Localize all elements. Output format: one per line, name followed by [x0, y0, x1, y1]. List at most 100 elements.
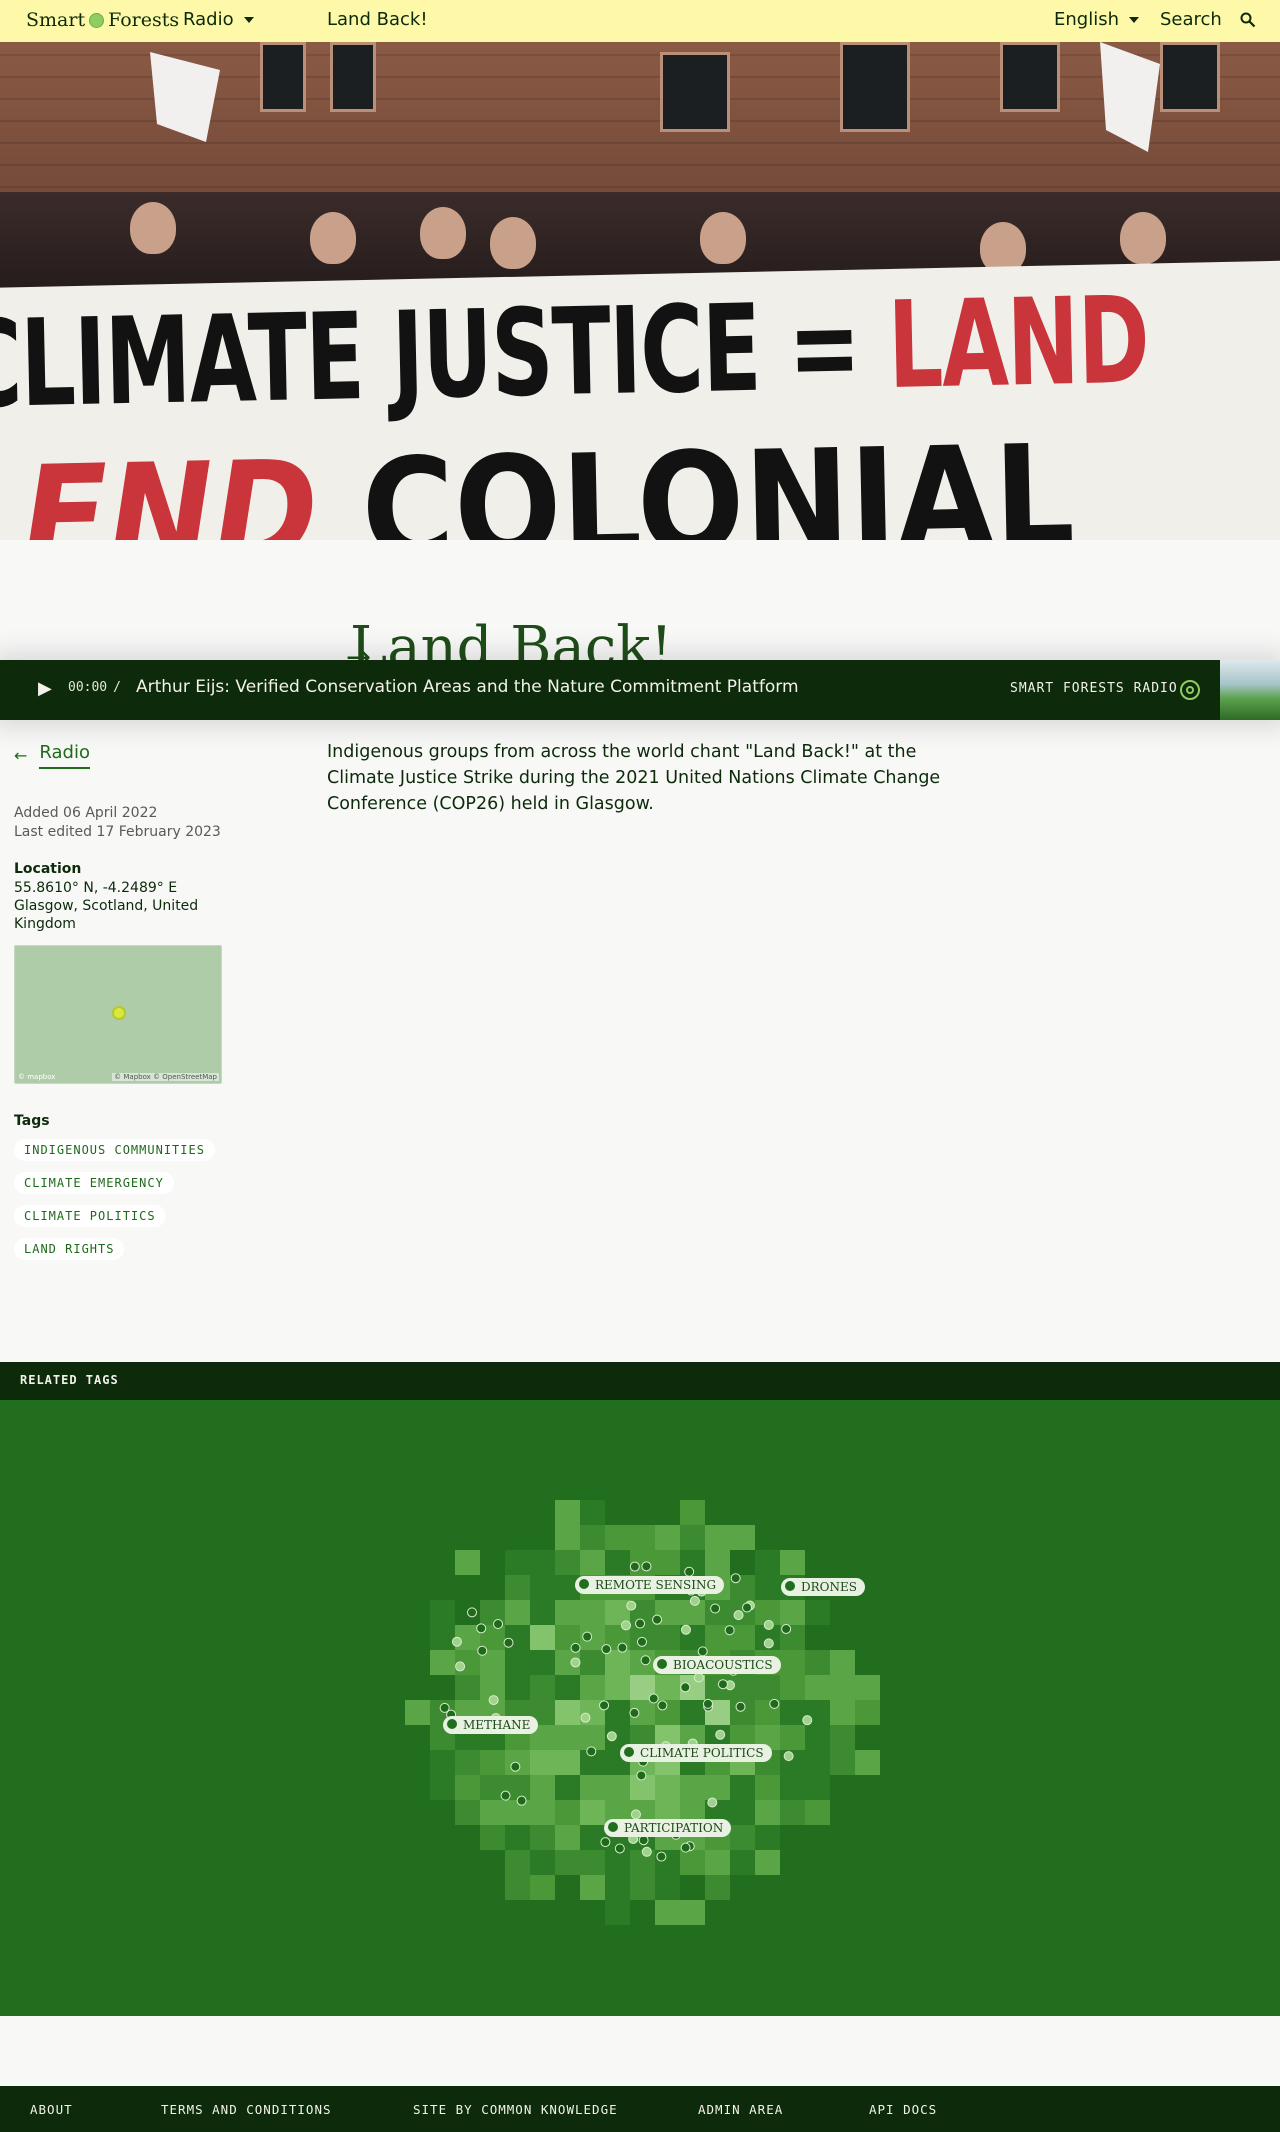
related-tags-heading: RELATED TAGS	[20, 1373, 119, 1387]
related-tag-climate-politics[interactable]: CLIMATE POLITICS	[620, 1744, 772, 1762]
hero-window	[660, 52, 730, 132]
tag-cloud-cell	[530, 1775, 555, 1800]
banner-line-2: END COLONIAL	[20, 415, 1076, 540]
footer-link-about[interactable]: ABOUT	[30, 2102, 73, 2117]
tag-cloud-cell	[655, 1675, 680, 1700]
tag-cloud-cell	[580, 1600, 605, 1625]
tag-cloud-cell	[755, 1675, 780, 1700]
track-title[interactable]: Arthur Eijs: Verified Conservation Areas…	[136, 677, 799, 697]
search-label: Search	[1160, 9, 1222, 30]
location-map[interactable]: © mapbox © Mapbox © OpenStreetMap	[14, 945, 222, 1084]
tag-cloud-cell	[530, 1800, 555, 1825]
added-date: Added 06 April 2022	[14, 805, 158, 821]
tag-cloud-cell	[705, 1550, 730, 1575]
tag-cloud-cell	[805, 1725, 830, 1750]
tag-cloud-cell	[455, 1675, 480, 1700]
tag-land-rights[interactable]: LAND RIGHTS	[14, 1238, 125, 1260]
tag-cloud-dot	[702, 1698, 713, 1709]
tag-cloud-dot	[516, 1795, 527, 1806]
tag-climate-politics[interactable]: CLIMATE POLITICS	[14, 1205, 166, 1227]
tag-cloud-cell	[680, 1775, 705, 1800]
tag-cloud-dot	[730, 1573, 741, 1584]
back-link[interactable]: ← Radio	[14, 742, 90, 769]
arrow-left-icon: ←	[14, 746, 28, 765]
tag-cloud-dot	[638, 1835, 649, 1846]
map-attribution[interactable]: © Mapbox © OpenStreetMap	[112, 1073, 219, 1081]
tag-cloud-cell	[730, 1850, 755, 1875]
tag-cloud-dot	[477, 1645, 488, 1656]
mapbox-logo[interactable]: © mapbox	[18, 1073, 55, 1081]
brand-logo[interactable]: Smart Forests	[26, 9, 179, 31]
tag-cloud-cell	[680, 1900, 705, 1925]
tag-cloud-cell	[705, 1875, 730, 1900]
tag-cloud-dot	[467, 1607, 478, 1618]
hero-window	[330, 42, 376, 112]
tag-cloud-cell	[780, 1675, 805, 1700]
tag-cloud-cell	[605, 1525, 630, 1550]
tag-cloud-dot	[500, 1790, 511, 1801]
footer-link-terms[interactable]: TERMS AND CONDITIONS	[161, 2102, 332, 2117]
tag-cloud-cell	[530, 1600, 555, 1625]
banner-line-1: CLIMATE JUSTICE = LAND	[0, 272, 1150, 436]
hero-person	[420, 207, 466, 259]
tag-cloud-dot	[626, 1600, 637, 1611]
tag-cloud-cell	[780, 1800, 805, 1825]
related-tag-participation[interactable]: PARTICIPATION	[604, 1819, 732, 1837]
tag-cloud-cell	[805, 1600, 830, 1625]
tag-cloud-dot	[606, 1731, 617, 1742]
tag-cloud-cell	[655, 1625, 680, 1650]
tag-cloud-cell	[830, 1750, 855, 1775]
hero-person	[1120, 212, 1166, 264]
radio-menu[interactable]: Radio	[183, 9, 254, 30]
tag-cloud-dot	[641, 1846, 652, 1857]
hero-image: CLIMATE JUSTICE = LAND END COLONIAL	[0, 42, 1280, 540]
tag-cloud-cell	[705, 1850, 730, 1875]
tag-cloud-cell	[655, 1775, 680, 1800]
tag-cloud-cell	[530, 1575, 555, 1600]
tag-cloud-cell	[580, 1825, 605, 1850]
tag-cloud-cell	[555, 1800, 580, 1825]
edited-date: Last edited 17 February 2023	[14, 824, 221, 840]
location-coordinates: 55.8610° N, -4.2489° E	[14, 880, 178, 896]
tag-cloud-cell	[480, 1750, 505, 1775]
search-icon	[1240, 12, 1256, 27]
tag-cloud-cell	[730, 1800, 755, 1825]
tag-cloud-cell	[805, 1775, 830, 1800]
chevron-down-icon	[1129, 16, 1139, 23]
banner-text-red: LAND	[886, 271, 1150, 416]
tag-cloud-cell	[830, 1700, 855, 1725]
tag-cloud-cell	[580, 1675, 605, 1700]
hero-person	[130, 202, 176, 254]
search-button[interactable]: Search	[1160, 9, 1256, 30]
footer-link-admin[interactable]: ADMIN AREA	[698, 2102, 783, 2117]
tag-cloud-cell	[755, 1800, 780, 1825]
tag-climate-emergency[interactable]: CLIMATE EMERGENCY	[14, 1172, 174, 1194]
tag-indigenous-communities[interactable]: INDIGENOUS COMMUNITIES	[14, 1139, 215, 1161]
tag-cloud-dot	[707, 1797, 718, 1808]
tag-cloud-dot	[733, 1610, 744, 1621]
tag-cloud-cell	[580, 1550, 605, 1575]
related-tag-drones[interactable]: DRONES	[781, 1578, 865, 1596]
related-tag-remote-sensing[interactable]: REMOTE SENSING	[575, 1576, 725, 1594]
related-tag-methane[interactable]: METHANE	[443, 1716, 539, 1734]
top-navigation: Smart Forests Radio Land Back! English S…	[0, 0, 1280, 42]
tag-cloud-dot	[488, 1695, 499, 1706]
current-time: 00:00	[68, 680, 108, 695]
tag-cloud-cell	[455, 1550, 480, 1575]
footer: ABOUT TERMS AND CONDITIONS SITE BY COMMO…	[0, 2086, 1280, 2132]
track-thumbnail[interactable]	[1220, 660, 1280, 720]
tag-cloud-cell	[730, 1775, 755, 1800]
tag-cloud-dot	[652, 1614, 663, 1625]
tag-cloud-cell	[805, 1675, 830, 1700]
tag-cloud-cell	[755, 1575, 780, 1600]
tag-cloud-cell	[580, 1525, 605, 1550]
station-link[interactable]: SMART FORESTS RADIO	[1010, 681, 1178, 696]
footer-link-api-docs[interactable]: API DOCS	[869, 2102, 937, 2117]
related-tag-bioacoustics[interactable]: BIOACOUSTICS	[653, 1656, 781, 1674]
radio-signal-icon[interactable]	[1180, 680, 1200, 700]
banner-text: CLIMATE JUSTICE =	[0, 277, 890, 436]
play-button[interactable]: ▶	[38, 678, 52, 699]
footer-link-site-credit[interactable]: SITE BY COMMON KNOWLEDGE	[413, 2102, 618, 2117]
related-tags-map[interactable]: REMOTE SENSING DRONES BIOACOUSTICS METHA…	[0, 1400, 1280, 2016]
language-menu[interactable]: English	[1054, 9, 1139, 30]
